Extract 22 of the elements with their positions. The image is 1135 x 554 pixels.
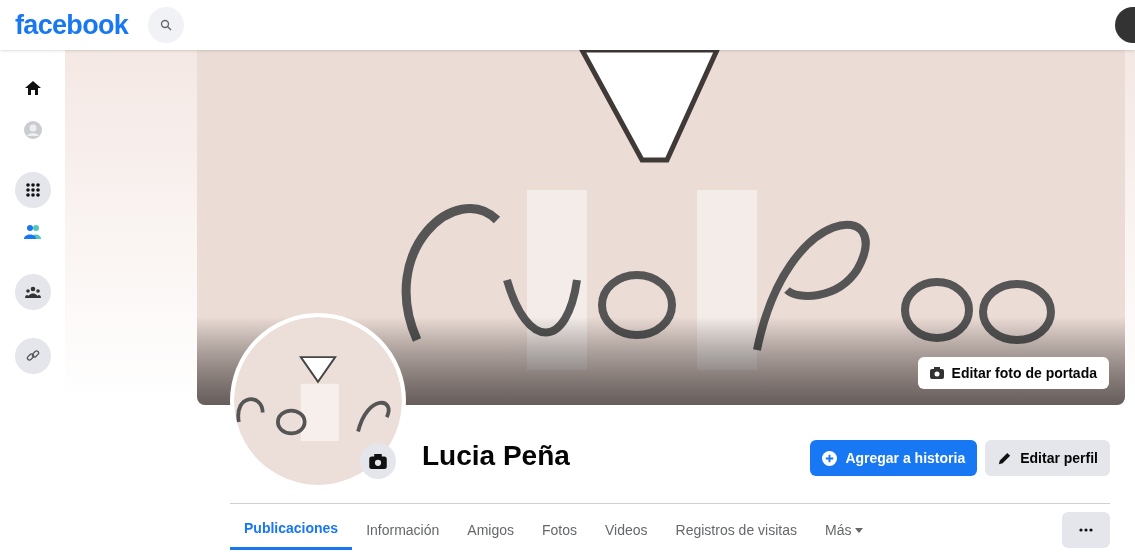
brand-logo[interactable]: facebook xyxy=(15,4,129,46)
profile-tab[interactable]: Más xyxy=(810,510,878,550)
profile-name: Lucia Peña xyxy=(422,439,570,473)
pencil-icon xyxy=(997,450,1013,466)
profile-tab[interactable]: Publicaciones xyxy=(230,510,353,550)
search-button[interactable] xyxy=(148,7,185,43)
link-icon[interactable] xyxy=(14,338,51,374)
account-avatar[interactable] xyxy=(1115,7,1135,43)
groups-icon[interactable] xyxy=(14,274,51,310)
plus-icon xyxy=(822,450,838,466)
profile-tab[interactable]: Registros de visitas xyxy=(661,510,811,550)
search-icon xyxy=(160,19,173,31)
edit-profile-button[interactable]: Editar perfil xyxy=(985,440,1110,476)
add-story-button[interactable]: Agregar a historia xyxy=(810,440,978,476)
profile-tab[interactable]: Videos xyxy=(591,510,662,550)
profile-tab[interactable]: Amigos xyxy=(453,510,528,550)
apps-grid-icon[interactable] xyxy=(14,172,51,208)
change-photo-button[interactable] xyxy=(360,443,396,479)
ellipsis-icon xyxy=(1079,528,1093,532)
camera-icon xyxy=(369,453,387,469)
profile-tab[interactable]: Fotos xyxy=(528,510,591,550)
profile-tab[interactable]: Información xyxy=(352,510,454,550)
